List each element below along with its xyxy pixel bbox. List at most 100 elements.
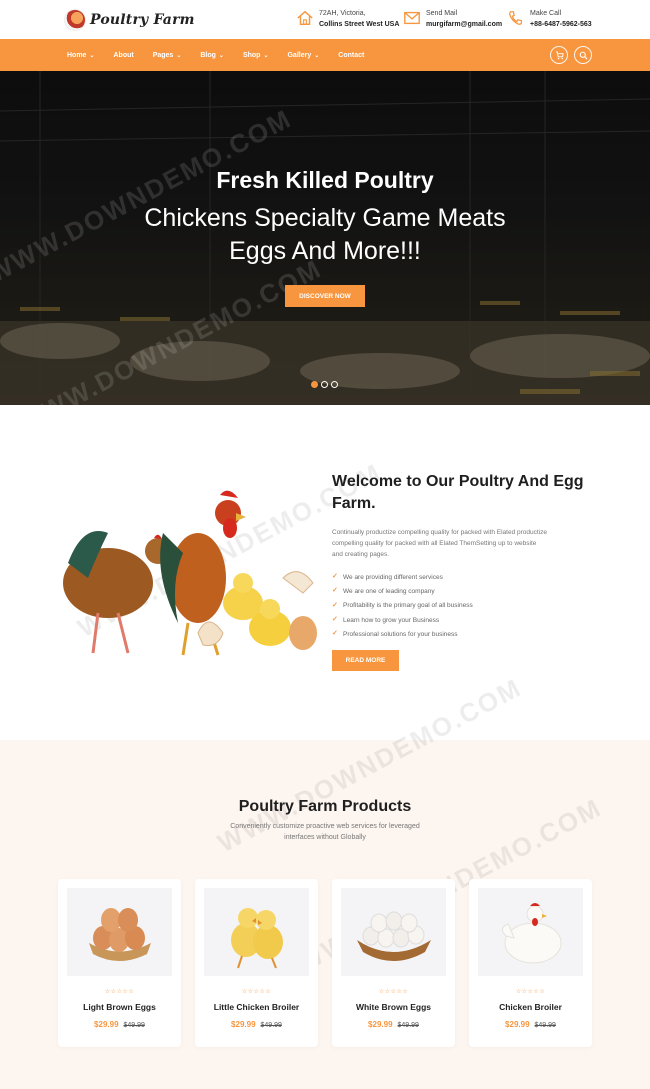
product-old-price: $49.99 bbox=[260, 1022, 282, 1029]
phone-label: Make Call bbox=[530, 10, 562, 17]
mail-icon bbox=[404, 11, 420, 25]
product-old-price: $49.99 bbox=[397, 1022, 419, 1029]
product-prices: $29.99 $49.99 bbox=[58, 1020, 181, 1029]
product-card[interactable]: ☆☆☆☆☆ White Brown Eggs $29.99 $49.99 bbox=[332, 879, 455, 1047]
products-title: Poultry Farm Products bbox=[238, 798, 412, 815]
nav-item-about[interactable]: About bbox=[113, 52, 133, 59]
feature-list: ✓ We are providing different services ✓ We… bbox=[332, 570, 473, 641]
brown-eggs-image bbox=[67, 888, 172, 976]
check-icon: ✓ bbox=[332, 587, 338, 595]
phone-icon bbox=[509, 11, 523, 25]
products-subtitle: Conveniently customize proactive web ser… bbox=[0, 822, 650, 843]
contact-address: 72AH, Victoria, Collins Street West USA bbox=[296, 8, 399, 30]
list-item: ✓ We are providing different services bbox=[332, 570, 473, 584]
product-card[interactable]: ☆☆☆☆☆ Little Chicken Broiler $29.99 $49.9… bbox=[195, 879, 318, 1047]
nav-label: About bbox=[113, 51, 134, 59]
chevron-down-icon: ⌄ bbox=[89, 52, 95, 59]
contact-mail: Send Mail murgifarm@gmail.com bbox=[403, 8, 502, 30]
product-name[interactable]: Light Brown Eggs bbox=[58, 1002, 181, 1012]
list-item: ✓ We are one of leading company bbox=[332, 584, 473, 598]
white-eggs-image bbox=[341, 888, 446, 976]
slider-dot-3[interactable] bbox=[331, 381, 338, 388]
nav-item-contact[interactable]: Contact bbox=[338, 52, 364, 59]
feature-text: We are providing different services bbox=[343, 573, 443, 581]
address-line2: Collins Street West USA bbox=[319, 21, 400, 28]
check-icon: ✓ bbox=[332, 601, 338, 609]
nav-label: Shop bbox=[242, 51, 261, 59]
product-price: $29.99 bbox=[231, 1020, 256, 1029]
product-prices: $29.99 $49.99 bbox=[469, 1020, 592, 1029]
products-subtitle-line2: interfaces without Globally bbox=[284, 833, 366, 841]
product-name[interactable]: Little Chicken Broiler bbox=[195, 1002, 318, 1012]
feature-text: Professional solutions for your business bbox=[343, 630, 458, 638]
chickens-image bbox=[63, 490, 317, 656]
product-name[interactable]: Chicken Broiler bbox=[469, 1002, 592, 1012]
hero-subtitle-line1: Chickens Specialty Game Meats bbox=[144, 204, 506, 232]
nav-item-pages[interactable]: Pages ⌄ bbox=[153, 52, 182, 59]
check-icon: ✓ bbox=[332, 573, 338, 581]
nav-label: Gallery bbox=[287, 51, 312, 59]
chevron-down-icon: ⌄ bbox=[218, 52, 224, 59]
about-description: Continually productize compelling qualit… bbox=[332, 529, 547, 558]
home-icon bbox=[297, 10, 313, 26]
rooster-logo-icon bbox=[64, 8, 86, 31]
mail-label: Send Mail bbox=[426, 10, 458, 17]
product-old-price: $49.99 bbox=[123, 1022, 145, 1029]
slider-dots bbox=[311, 381, 338, 388]
chicks-image bbox=[204, 888, 309, 976]
rating-stars: ☆☆☆☆☆ bbox=[378, 989, 409, 995]
brand-name: Poultry Farm bbox=[90, 11, 195, 28]
product-card[interactable]: ☆☆☆☆☆ Chicken Broiler $29.99 $49.99 bbox=[469, 879, 592, 1047]
nav-label: Pages bbox=[152, 51, 174, 59]
chevron-down-icon: ⌄ bbox=[263, 52, 269, 59]
product-old-price: $49.99 bbox=[534, 1022, 556, 1029]
product-prices: $29.99 $49.99 bbox=[332, 1020, 455, 1029]
nav-label: Home bbox=[67, 51, 87, 59]
slider-dot-2[interactable] bbox=[321, 381, 328, 388]
check-icon: ✓ bbox=[332, 616, 338, 624]
logo[interactable]: Poultry Farm bbox=[64, 8, 195, 31]
product-price: $29.99 bbox=[94, 1020, 119, 1029]
nav-item-shop[interactable]: Shop ⌄ bbox=[243, 52, 269, 59]
hero-subtitle: Chickens Specialty Game Meats Eggs And M… bbox=[0, 202, 650, 268]
product-prices: $29.99 $49.99 bbox=[195, 1020, 318, 1029]
white-hen-image bbox=[478, 888, 583, 976]
read-more-button[interactable]: READ MORE bbox=[332, 650, 399, 671]
nav-label: Blog bbox=[200, 51, 216, 59]
discover-now-button[interactable]: DISCOVER NOW bbox=[285, 285, 365, 307]
about-title: Welcome to Our Poultry And Egg Farm. bbox=[332, 473, 584, 512]
nav-label: Contact bbox=[338, 51, 365, 59]
rating-stars: ☆☆☆☆☆ bbox=[515, 989, 546, 995]
feature-text: Profitability is the primary goal of all… bbox=[343, 602, 473, 610]
slider-dot-1[interactable] bbox=[311, 381, 318, 388]
list-item: ✓ Professional solutions for your busines… bbox=[332, 627, 473, 641]
cart-icon bbox=[555, 50, 564, 59]
search-icon bbox=[579, 51, 588, 60]
hero-subtitle-line2: Eggs And More!!! bbox=[229, 237, 421, 265]
hero-title: Fresh Killed Poultry bbox=[216, 167, 434, 193]
address-line1: 72AH, Victoria, bbox=[319, 10, 366, 17]
chevron-down-icon: ⌄ bbox=[176, 52, 182, 59]
list-item: ✓ Learn how to grow your Business bbox=[332, 613, 473, 627]
nav-item-home[interactable]: Home ⌄ bbox=[67, 52, 94, 59]
cart-button[interactable] bbox=[550, 46, 568, 64]
mail-value[interactable]: murgifarm@gmail.com bbox=[426, 19, 502, 30]
search-button[interactable] bbox=[574, 46, 592, 64]
main-nav: Home ⌄ About Pages ⌄ Blog ⌄ Shop ⌄ Gallery ⌄ … bbox=[0, 39, 650, 71]
nav-item-blog[interactable]: Blog ⌄ bbox=[200, 52, 224, 59]
products-subtitle-line1: Conveniently customize proactive web ser… bbox=[230, 823, 420, 830]
hero-slider: WWW.DOWNDEMO.COM WWW.DOWNDEMO.COM Fresh … bbox=[0, 71, 650, 405]
product-card[interactable]: ☆☆☆☆☆ Light Brown Eggs $29.99 $49.99 bbox=[58, 879, 181, 1047]
about-section: WWW.DOWNDEMO.COM Welcome to Our Poultry … bbox=[0, 405, 650, 740]
product-name[interactable]: White Brown Eggs bbox=[332, 1002, 455, 1012]
nav-item-gallery[interactable]: Gallery ⌄ bbox=[287, 52, 319, 59]
chevron-down-icon: ⌄ bbox=[314, 52, 320, 59]
feature-text: Learn how to grow your Business bbox=[343, 616, 440, 624]
phone-value[interactable]: +88-6487-5962-563 bbox=[530, 19, 592, 30]
check-icon: ✓ bbox=[332, 630, 338, 638]
contact-phone: Make Call +88-6487-5962-563 bbox=[507, 8, 592, 30]
product-price: $29.99 bbox=[505, 1020, 530, 1029]
top-header: Poultry Farm 72AH, Victoria, Collins Str… bbox=[0, 0, 650, 39]
list-item: ✓ Profitability is the primary goal of al… bbox=[332, 599, 473, 613]
rating-stars: ☆☆☆☆☆ bbox=[241, 989, 272, 995]
